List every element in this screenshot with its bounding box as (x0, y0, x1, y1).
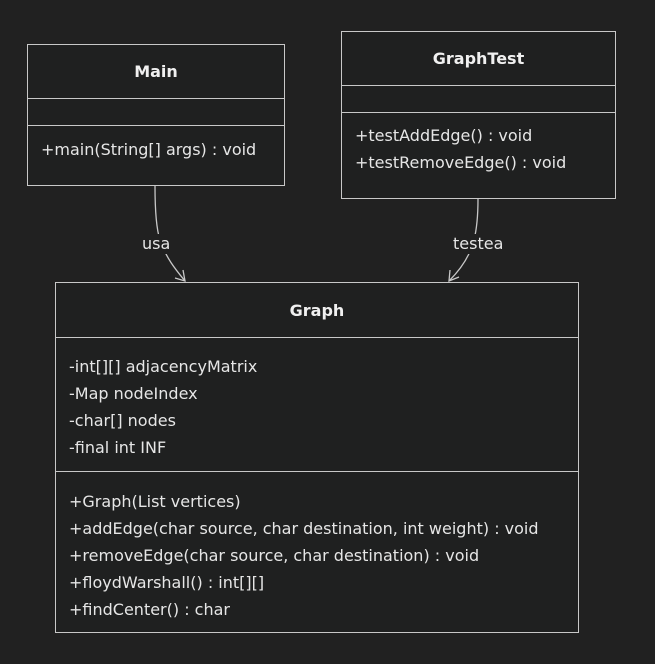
attribute-item: -int[][] adjacencyMatrix (69, 357, 258, 376)
class-graph-methods: +Graph(List vertices) +addEdge(char sour… (56, 472, 578, 623)
class-graphtest-methods: +testAddEdge() : void +testRemoveEdge() … (342, 113, 615, 176)
edge-label-usa: usa (140, 234, 173, 254)
class-graph-attributes: -int[][] adjacencyMatrix -Map nodeIndex … (56, 338, 578, 472)
class-main-methods: +main(String[] args) : void (28, 126, 284, 163)
class-graph[interactable]: Graph -int[][] adjacencyMatrix -Map node… (55, 282, 579, 633)
method-item: +Graph(List vertices) (69, 492, 241, 511)
attribute-item: -final int INF (69, 438, 167, 457)
class-main-title: Main (28, 45, 284, 99)
method-item: +floydWarshall() : int[][] (69, 573, 265, 592)
class-main[interactable]: Main +main(String[] args) : void (27, 44, 285, 186)
class-graphtest[interactable]: GraphTest +testAddEdge() : void +testRem… (341, 31, 616, 199)
class-diagram: usa testea Main +main(String[] args) : v… (0, 0, 655, 664)
class-main-attributes (28, 99, 284, 126)
edge-label-testea: testea (451, 234, 506, 254)
class-graphtest-attributes (342, 86, 615, 113)
method-item: +main(String[] args) : void (41, 140, 257, 159)
class-graph-title: Graph (56, 283, 578, 338)
method-item: +testAddEdge() : void (355, 126, 533, 145)
attribute-item: -char[] nodes (69, 411, 176, 430)
method-item: +addEdge(char source, char destination, … (69, 519, 539, 538)
method-item: +testRemoveEdge() : void (355, 153, 567, 172)
method-item: +removeEdge(char source, char destinatio… (69, 546, 480, 565)
method-item: +findCenter() : char (69, 600, 230, 619)
class-graphtest-title: GraphTest (342, 32, 615, 86)
attribute-item: -Map nodeIndex (69, 384, 198, 403)
